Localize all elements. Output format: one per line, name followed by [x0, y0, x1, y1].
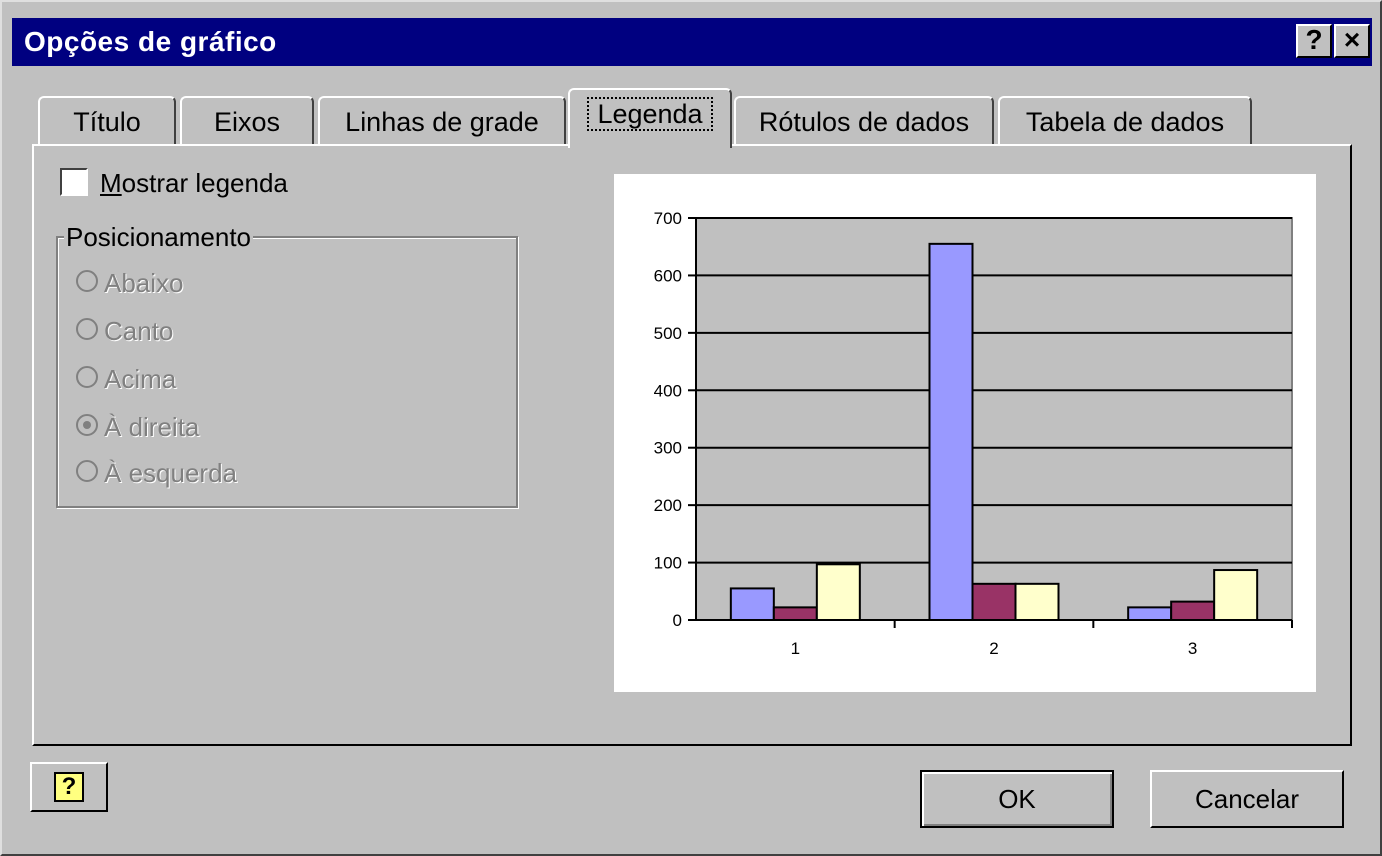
- bar: [1213, 569, 1259, 621]
- radio-selected-dot: [83, 421, 91, 429]
- radio-a-direita[interactable]: [76, 414, 98, 436]
- x-tick-label: 2: [989, 639, 998, 658]
- ok-button[interactable]: OK: [920, 770, 1114, 828]
- chart-preview: 0 100 200 300 400 500 600 700 1 2 3: [614, 174, 1316, 692]
- show-legend-checkbox[interactable]: [60, 168, 88, 196]
- title-bar: Opções de gráfico ? ×: [12, 18, 1372, 66]
- help-titlebar-button[interactable]: ?: [1296, 24, 1332, 58]
- chart-svg: 0 100 200 300 400 500 600 700 1 2 3: [654, 209, 1293, 658]
- y-tick-label: 600: [654, 266, 682, 285]
- bar: [1170, 600, 1216, 622]
- tab-label: Linhas de grade: [345, 107, 539, 137]
- cancel-button[interactable]: Cancelar: [1150, 770, 1344, 828]
- x-tick-label: 1: [791, 639, 800, 658]
- accelerator-letter: M: [100, 168, 122, 198]
- radio-canto[interactable]: [76, 318, 98, 340]
- close-icon: ×: [1343, 24, 1361, 55]
- question-mark-icon: ?: [1305, 24, 1323, 55]
- tab-panel-legenda: Mostrar legenda Posicionamento Abaixo Ca…: [32, 144, 1352, 746]
- tab-label: Rótulos de dados: [758, 107, 970, 137]
- placement-group: Posicionamento Abaixo Canto Acima À dire…: [56, 222, 518, 508]
- radio-a-esquerda[interactable]: [76, 460, 98, 482]
- bar: [729, 587, 775, 621]
- show-legend-label[interactable]: Mostrar legenda: [100, 168, 288, 199]
- bar: [772, 606, 818, 622]
- placement-group-title: Posicionamento: [64, 222, 253, 253]
- dialog-title: Opções de gráfico: [24, 26, 277, 57]
- tab-label: Tabela de dados: [1025, 107, 1225, 137]
- radio-acima[interactable]: [76, 366, 98, 388]
- bar: [815, 563, 861, 621]
- y-tick-label: 700: [654, 209, 682, 228]
- tab-rotulos-de-dados[interactable]: Rótulos de dados: [734, 96, 994, 146]
- y-tick-label: 300: [654, 439, 682, 458]
- close-button[interactable]: ×: [1334, 24, 1370, 58]
- plot-area: [695, 217, 1293, 621]
- y-tick-label: 0: [673, 611, 682, 630]
- radio-label-abaixo: Abaixo: [104, 268, 184, 298]
- tab-linhas-de-grade[interactable]: Linhas de grade: [318, 96, 566, 146]
- bar: [1014, 582, 1060, 622]
- tab-label: Eixos: [213, 107, 281, 137]
- tab-tabela-de-dados[interactable]: Tabela de dados: [998, 96, 1252, 146]
- bar: [971, 582, 1017, 622]
- y-tick-label: 500: [654, 324, 682, 343]
- tab-titulo[interactable]: Título: [38, 96, 176, 146]
- radio-label-canto: Canto: [104, 316, 174, 346]
- label-rest: ostrar legenda: [121, 168, 288, 198]
- radio-abaixo[interactable]: [76, 270, 98, 292]
- radio-label-a-direita: À direita: [104, 412, 200, 442]
- bar: [1127, 606, 1173, 622]
- bar: [928, 242, 974, 621]
- y-tick-label: 200: [654, 496, 682, 515]
- tab-legenda[interactable]: Legenda: [568, 88, 732, 148]
- tab-label: Legenda: [587, 97, 713, 131]
- tab-eixos[interactable]: Eixos: [180, 96, 314, 146]
- help-button[interactable]: ?: [30, 762, 108, 812]
- tab-label: Título: [73, 107, 141, 137]
- y-tick-label: 100: [654, 554, 682, 573]
- question-mark-icon: ?: [54, 772, 84, 802]
- x-tick-label: 3: [1188, 639, 1197, 658]
- radio-label-a-esquerda: À esquerda: [104, 458, 237, 488]
- radio-label-acima: Acima: [104, 364, 177, 394]
- y-tick-label: 400: [654, 381, 682, 400]
